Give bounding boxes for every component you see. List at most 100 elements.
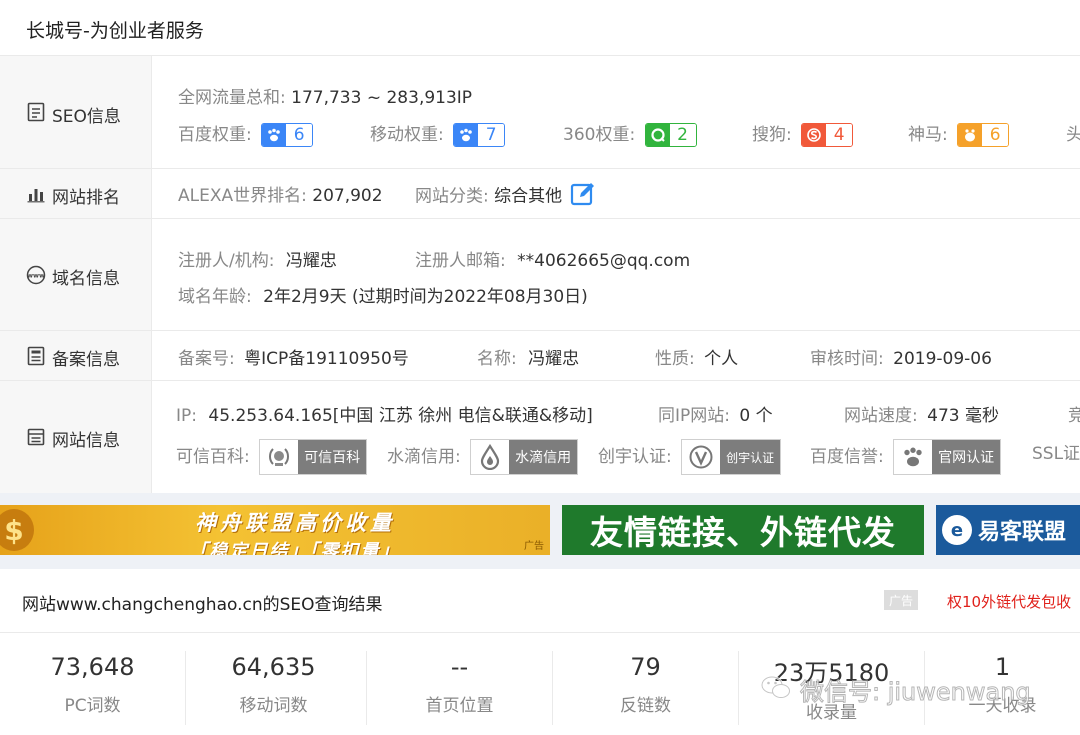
traffic-total: 全网流量总和: 177,733 ~ 283,913IP: [178, 83, 472, 108]
alexa-key: ALEXA世界排名:: [178, 186, 307, 206]
cert-baidu-key: 百度信誉:: [810, 447, 884, 467]
domain-label: 域名信息: [52, 269, 120, 289]
stat-mobile-words[interactable]: 64,635 移动词数: [181, 651, 367, 725]
title-bar: 长城号-为创业者服务: [0, 0, 1080, 56]
shenma-weight[interactable]: 神马: 6: [908, 120, 1010, 147]
banner-yike[interactable]: e 易客联盟: [936, 505, 1080, 555]
alexa-rank: ALEXA世界排名: 207,902: [178, 181, 383, 206]
site-row: 网站信息 IP: 45.253.64.165[中国 江苏 徐州 电信&联通&移动…: [0, 381, 1080, 493]
www-globe-icon: www: [26, 265, 46, 285]
icp-review-time: 审核时间: 2019-09-06: [810, 344, 992, 369]
traffic-key: 全网流量总和:: [178, 88, 286, 108]
stat-pc-words-value[interactable]: 73,648: [0, 653, 185, 681]
registrant-value: 冯耀忠: [285, 251, 337, 271]
cert-shuidi-label: 水滴信用: [509, 440, 578, 474]
sogou-weight[interactable]: 搜狗: 4: [752, 120, 854, 147]
stat-backlinks[interactable]: 79 反链数: [553, 651, 739, 725]
weight-360-badge[interactable]: 2: [644, 123, 697, 147]
cert-shuidi-badge[interactable]: 水滴信用: [470, 439, 579, 475]
watermark-text: 微信号: jiuwenwang: [800, 678, 1032, 707]
shenma-weight-badge[interactable]: 6: [957, 123, 1010, 147]
banner-shenzhou-line1: 神舟联盟高价收量: [195, 511, 395, 535]
sogou-weight-value: 4: [826, 124, 853, 146]
category-value: 综合其他: [494, 186, 563, 207]
weight-360-value: 2: [669, 124, 696, 146]
banner-friend-links-text: 友情链接、外链代发: [590, 513, 896, 552]
cert-chuangyu-label: 创宇认证: [720, 440, 781, 474]
banner-ad-tag: 广告: [524, 541, 544, 552]
yike-logo-icon: e: [942, 515, 972, 545]
banner-shenzhou[interactable]: $ 神舟联盟高价收量 「稳定日结」「零扣量」 广告: [0, 505, 550, 555]
shenma-weight-value: 6: [982, 124, 1009, 146]
site-label: 网站信息: [52, 431, 120, 451]
baidu-weight-value: 6: [286, 124, 313, 146]
stat-homepage-position-label: 首页位置: [425, 696, 494, 716]
stat-backlinks-value[interactable]: 79: [553, 653, 738, 681]
icp-number[interactable]: 备案号: 粤ICP备19110950号: [178, 344, 409, 369]
icp-row: 备案信息 备案号: 粤ICP备19110950号 名称: 冯耀忠 性质: 个人 …: [0, 331, 1080, 381]
cert-chuangyu-badge[interactable]: 创宇认证: [681, 439, 782, 475]
baidu-weight[interactable]: 百度权重: 6: [178, 120, 314, 147]
rank-row: 网站排名 ALEXA世界排名: 207,902 网站分类: 综合其他: [0, 169, 1080, 219]
traffic-value: 177,733 ~ 283,913IP: [291, 88, 473, 108]
result-ad-link[interactable]: 权10外链代发包收: [947, 591, 1071, 612]
icp-no-value[interactable]: 粤ICP备19110950号: [244, 349, 409, 369]
edit-icon[interactable]: [570, 181, 596, 212]
same-ip-key: 同IP网站:: [658, 406, 730, 426]
cert-kexin-badge[interactable]: 可信百科: [259, 439, 368, 475]
result-header: 网站www.changchenghao.cn的SEO查询结果 广告 权10外链代…: [0, 569, 1080, 633]
wechat-icon: [760, 674, 792, 706]
banner-area: $ 神舟联盟高价收量 「稳定日结」「零扣量」 广告 友情链接、外链代发 e 易客…: [0, 493, 1080, 569]
cert-kexin-key: 可信百科:: [176, 447, 250, 467]
svg-text:www: www: [27, 272, 45, 280]
same-ip-sites[interactable]: 同IP网站: 0 个: [658, 401, 773, 426]
banner-friend-links[interactable]: 友情链接、外链代发: [562, 505, 924, 555]
shenma-icon: [958, 124, 983, 146]
stat-homepage-position-value: --: [450, 653, 469, 681]
rank-label: 网站排名: [52, 188, 120, 208]
wechat-watermark: 微信号: jiuwenwang: [760, 672, 1031, 707]
same-ip-value[interactable]: 0 个: [739, 406, 772, 426]
cert-chuangyu[interactable]: 创宇认证: 创宇认证: [598, 439, 782, 475]
cert-baidu[interactable]: 百度信誉: 官网认证: [810, 439, 1002, 475]
icp-nature-value: 个人: [704, 349, 739, 369]
water-drop-icon: [471, 440, 509, 474]
site-speed: 网站速度: 473 毫秒: [844, 401, 999, 426]
paw-icon: [262, 124, 287, 146]
mobile-weight-key: 移动权重:: [370, 125, 444, 145]
stat-pc-words[interactable]: 73,648 PC词数: [0, 651, 186, 725]
ssl-cut-text: SSL证: [1032, 444, 1080, 464]
cert-kexin[interactable]: 可信百科: 可信百科: [176, 439, 368, 475]
icp-name-key: 名称:: [477, 349, 517, 369]
cert-chuangyu-key: 创宇认证:: [598, 447, 672, 467]
cert-baidu-badge[interactable]: 官网认证: [893, 439, 1002, 475]
stat-pc-words-label: PC词数: [64, 696, 121, 716]
paw-icon: [454, 124, 479, 146]
baidu-weight-key: 百度权重:: [178, 125, 252, 145]
registrant-key: 注册人/机构:: [178, 251, 275, 271]
cert-shuidi[interactable]: 水滴信用: 水滴信用: [387, 439, 579, 475]
weight-360[interactable]: 360权重: 2: [563, 120, 697, 147]
icp-nature: 性质: 个人: [655, 344, 738, 369]
icp-name-value: 冯耀忠: [528, 349, 580, 369]
icp-review-key: 审核时间:: [810, 349, 884, 369]
cert-shuidi-key: 水滴信用:: [387, 447, 461, 467]
age-key: 域名年龄:: [178, 287, 252, 307]
ip-value: 45.253.64.165[中国 江苏 徐州 电信&联通&移动]: [208, 406, 593, 426]
domain-age: 域名年龄: 2年2月9天 (过期时间为2022年08月30日): [178, 282, 588, 307]
stat-homepage-position: -- 首页位置: [367, 651, 553, 725]
dollar-coin-icon: $: [0, 509, 34, 551]
stat-backlinks-label: 反链数: [620, 696, 671, 716]
weight-cut-text: 头: [1066, 125, 1080, 145]
baidu-weight-badge[interactable]: 6: [261, 123, 314, 147]
ip-key: IP:: [176, 406, 197, 426]
mobile-weight-badge[interactable]: 7: [453, 123, 506, 147]
icp-label-cell: 备案信息: [0, 331, 152, 380]
stat-mobile-words-value[interactable]: 64,635: [181, 653, 366, 681]
speed-value: 473 毫秒: [927, 406, 999, 426]
banner-shenzhou-line2: 「稳定日结」「零扣量」: [189, 541, 401, 555]
domain-row: www 域名信息 注册人/机构: 冯耀忠 注册人邮箱: **4062665@qq…: [0, 219, 1080, 331]
mobile-weight[interactable]: 移动权重: 7: [370, 120, 506, 147]
icp-review-value: 2019-09-06: [893, 349, 992, 369]
sogou-weight-badge[interactable]: 4: [801, 123, 854, 147]
